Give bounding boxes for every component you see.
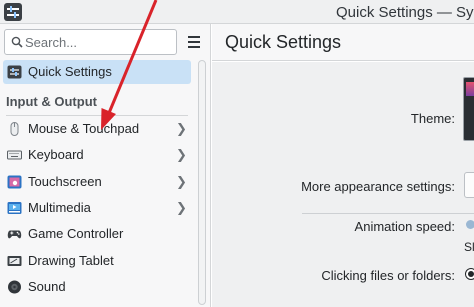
sidebar-item-label: Touchscreen	[28, 174, 102, 189]
touchscreen-icon	[7, 175, 22, 189]
sidebar-item-label: Mouse & Touchpad	[28, 121, 140, 136]
more-appearance-settings-button[interactable]	[464, 172, 474, 198]
system-settings-app-icon[interactable]	[4, 3, 22, 21]
more-appearance-settings-label: More appearance settings:	[301, 179, 455, 194]
sidebar-item-label: Game Controller	[28, 226, 124, 241]
search-box[interactable]	[4, 29, 177, 55]
sidebar-item-label: Quick Settings	[28, 64, 112, 79]
title-bar: Quick Settings — Syste	[0, 0, 474, 24]
chevron-right-icon: ❯	[176, 147, 187, 162]
sidebar-item-drawing-tablet[interactable]: Drawing Tablet	[3, 249, 191, 273]
theme-label: Theme:	[410, 111, 455, 126]
sidebar: Quick Settings Input & Output Mouse & To…	[0, 24, 211, 307]
window-title: Quick Settings — Syste	[336, 4, 474, 21]
sidebar-item-keyboard[interactable]: Keyboard ❯	[3, 143, 191, 167]
multimedia-icon	[7, 202, 22, 214]
sidebar-item-label: Multimedia	[28, 200, 91, 215]
chevron-right-icon: ❯	[176, 200, 187, 215]
sidebar-item-sound[interactable]: Sound	[3, 275, 191, 299]
settings-separator	[302, 213, 474, 214]
sidebar-item-mouse-touchpad[interactable]: Mouse & Touchpad ❯	[3, 117, 191, 141]
clicking-files-radio[interactable]	[465, 268, 474, 280]
hamburger-menu-icon[interactable]	[183, 32, 205, 52]
sidebar-item-multimedia[interactable]: Multimedia ❯	[3, 196, 191, 220]
sidebar-item-label: Sound	[28, 279, 66, 294]
section-title-input-output: Input & Output	[6, 94, 97, 109]
mouse-icon	[10, 122, 19, 136]
search-input[interactable]	[25, 33, 173, 51]
page-header: Quick Settings	[212, 24, 474, 61]
clicking-files-label: Clicking files or folders:	[321, 268, 455, 283]
sidebar-item-label: Drawing Tablet	[28, 253, 114, 268]
animation-speed-label: Animation speed:	[354, 219, 455, 234]
animation-speed-scale-text: Sl	[464, 240, 474, 254]
page-title: Quick Settings	[225, 32, 342, 52]
animation-speed-slider[interactable]	[466, 220, 474, 229]
theme-preview-thumbnail[interactable]	[463, 77, 474, 141]
sound-icon	[8, 280, 21, 294]
section-divider	[6, 115, 188, 116]
chevron-right-icon: ❯	[176, 174, 187, 189]
sidebar-scrollbar[interactable]	[198, 60, 206, 305]
sidebar-item-game-controller[interactable]: Game Controller	[3, 222, 191, 246]
chevron-right-icon: ❯	[176, 121, 187, 136]
search-icon	[11, 36, 23, 48]
drawing-tablet-icon	[7, 256, 22, 266]
keyboard-icon	[7, 150, 22, 160]
game-controller-icon	[7, 230, 22, 239]
quick-settings-icon	[7, 65, 22, 79]
settings-content: Theme: More appearance settings: Animati…	[212, 62, 474, 307]
sidebar-item-quick-settings[interactable]: Quick Settings	[3, 60, 191, 84]
sidebar-item-touchscreen[interactable]: Touchscreen ❯	[3, 170, 191, 194]
sidebar-item-label: Keyboard	[28, 147, 84, 162]
main-panel: Quick Settings Theme: More appearance se…	[212, 24, 474, 307]
